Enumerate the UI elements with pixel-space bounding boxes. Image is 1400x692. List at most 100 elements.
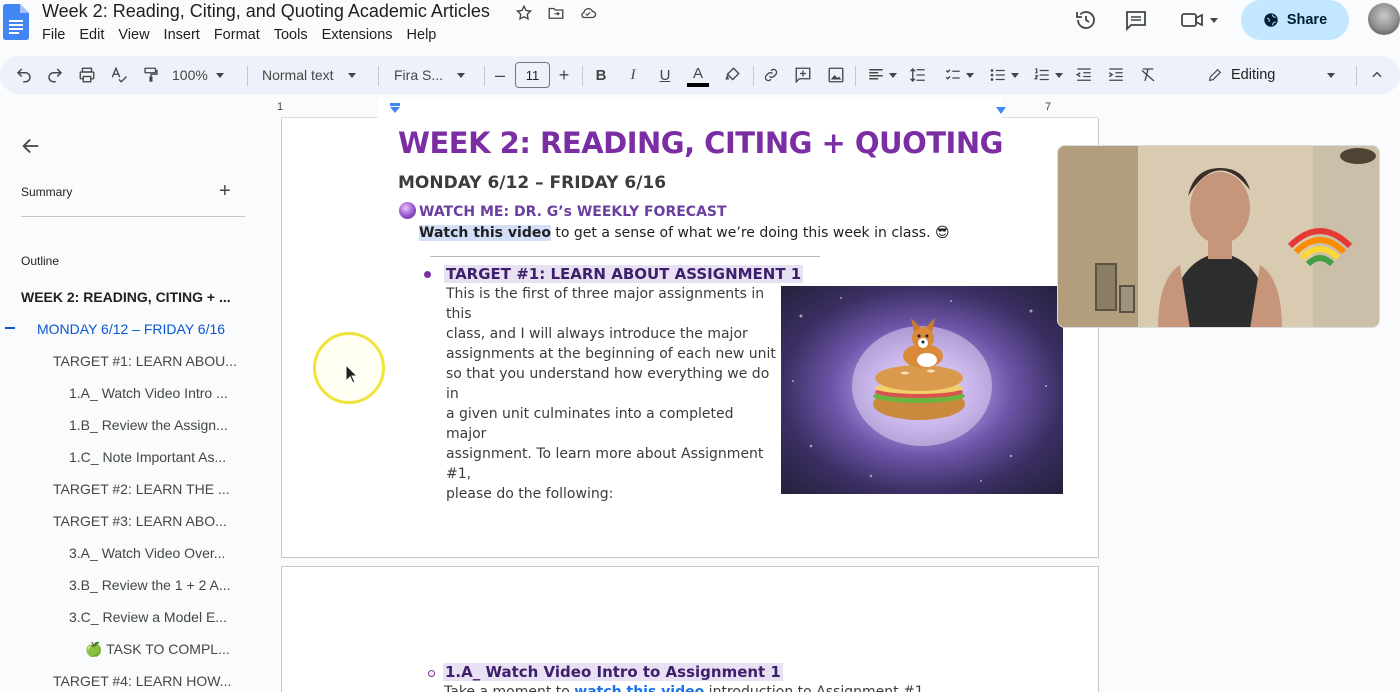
outline-item[interactable]: TARGET #2: LEARN THE ... bbox=[53, 481, 230, 497]
paragraph-style-value: Normal text bbox=[262, 67, 334, 83]
target-1-heading: TARGET #1: LEARN ABOUT ASSIGNMENT 1 bbox=[444, 265, 804, 283]
editing-mode-value: Editing bbox=[1231, 67, 1276, 83]
version-history-icon[interactable] bbox=[1074, 8, 1098, 32]
ruler[interactable]: 1 1 2 3 4 5 6 7 bbox=[0, 98, 1400, 118]
watch-this-video-link[interactable]: watch this video bbox=[574, 684, 704, 692]
paragraph-style-select[interactable]: Normal text bbox=[262, 56, 366, 94]
checklist-icon[interactable] bbox=[940, 56, 978, 94]
redo-icon[interactable] bbox=[43, 56, 67, 94]
menu-file[interactable]: File bbox=[42, 27, 72, 43]
outline-item[interactable]: 🍏 TASK TO COMPL... bbox=[85, 641, 230, 658]
share-button[interactable]: Share bbox=[1241, 0, 1349, 40]
sub-text-suffix: introduction to Assignment #1 bbox=[704, 684, 924, 692]
align-icon[interactable] bbox=[864, 56, 900, 94]
text-color-icon[interactable]: A bbox=[686, 56, 710, 94]
undo-icon[interactable] bbox=[12, 56, 36, 94]
meet-video-icon[interactable] bbox=[1178, 8, 1220, 32]
summary-label: Summary bbox=[21, 185, 73, 199]
document-outline-panel: Summary + Outline WEEK 2: READING, CITIN… bbox=[0, 118, 262, 692]
paragraph-line: class, and I will always introduce the m… bbox=[446, 326, 748, 342]
chevron-down-icon bbox=[1011, 72, 1019, 78]
menu-format[interactable]: Format bbox=[207, 27, 267, 43]
outline-item[interactable]: 1.B_ Review the Assign... bbox=[69, 417, 228, 433]
toolbar-divider bbox=[582, 66, 583, 86]
outline-item[interactable]: WEEK 2: READING, CITING + ... bbox=[21, 289, 231, 305]
toolbar-divider bbox=[484, 66, 485, 86]
mouse-pointer-icon bbox=[345, 364, 359, 384]
italic-icon[interactable]: I bbox=[622, 56, 644, 94]
clear-formatting-icon[interactable] bbox=[1137, 56, 1159, 94]
add-summary-icon[interactable]: + bbox=[219, 180, 231, 203]
add-comment-icon[interactable] bbox=[792, 56, 814, 94]
star-icon[interactable] bbox=[514, 3, 534, 23]
avatar[interactable] bbox=[1368, 3, 1400, 35]
zoom-value: 100% bbox=[172, 67, 208, 83]
menu-edit[interactable]: Edit bbox=[72, 27, 111, 43]
left-indent-marker[interactable] bbox=[389, 103, 401, 115]
menu-extensions[interactable]: Extensions bbox=[315, 27, 400, 43]
menu-tools[interactable]: Tools bbox=[267, 27, 315, 43]
insert-image-icon[interactable] bbox=[825, 56, 847, 94]
bold-icon[interactable]: B bbox=[590, 56, 612, 94]
document-page[interactable]: WEEK 2: READING, CITING + QUOTING MONDAY… bbox=[281, 118, 1099, 558]
paragraph-line: assignment. To learn more about Assignme… bbox=[446, 446, 764, 482]
print-icon[interactable] bbox=[75, 56, 99, 94]
bulleted-list-icon[interactable] bbox=[985, 56, 1023, 94]
outline-item-active[interactable]: MONDAY 6/12 – FRIDAY 6/16 bbox=[37, 321, 225, 337]
menu-insert[interactable]: Insert bbox=[157, 27, 207, 43]
collapse-menus-icon[interactable] bbox=[1366, 56, 1388, 94]
font-size-input[interactable]: 11 bbox=[515, 62, 550, 88]
outline-item[interactable]: 3.A_ Watch Video Over... bbox=[69, 545, 225, 561]
docs-logo-icon[interactable] bbox=[3, 4, 29, 40]
line-spacing-icon[interactable] bbox=[907, 56, 929, 94]
menu-view[interactable]: View bbox=[111, 27, 156, 43]
chevron-down-icon bbox=[1055, 72, 1063, 78]
watch-video-link[interactable]: Watch this video bbox=[419, 225, 551, 241]
corgi-sandwich-image[interactable] bbox=[781, 286, 1063, 494]
increase-indent-icon[interactable] bbox=[1105, 56, 1127, 94]
document-heading: WEEK 2: READING, CITING + QUOTING bbox=[398, 126, 1003, 160]
ruler-number: 1 bbox=[277, 101, 284, 113]
right-indent-marker[interactable] bbox=[995, 106, 1007, 116]
spellcheck-icon[interactable] bbox=[107, 56, 131, 94]
outline-item[interactable]: TARGET #1: LEARN ABOU... bbox=[53, 353, 237, 369]
menu-bar: File Edit View Insert Format Tools Exten… bbox=[42, 27, 443, 43]
decrease-font-size-icon[interactable]: – bbox=[491, 56, 509, 94]
ruler-number: 7 bbox=[1045, 101, 1052, 113]
zoom-select[interactable]: 100% bbox=[172, 56, 238, 94]
outline-item[interactable]: 3.C_ Review a Model E... bbox=[69, 609, 227, 625]
outline-item[interactable]: 1.A_ Watch Video Intro ... bbox=[69, 385, 228, 401]
toolbar-divider bbox=[753, 66, 754, 86]
outline-item[interactable]: 3.B_ Review the 1 + 2 A... bbox=[69, 577, 231, 593]
webcam-video-overlay[interactable] bbox=[1057, 145, 1380, 328]
document-title[interactable]: Week 2: Reading, Citing, and Quoting Aca… bbox=[42, 1, 490, 22]
font-select[interactable]: Fira S... bbox=[394, 56, 474, 94]
toolbar-divider bbox=[1356, 66, 1357, 86]
outline-item[interactable]: TARGET #3: LEARN ABO... bbox=[53, 513, 227, 529]
outline-item[interactable]: TARGET #4: LEARN HOW... bbox=[53, 673, 231, 689]
move-folder-icon[interactable] bbox=[546, 3, 566, 23]
editing-mode-select[interactable]: Editing bbox=[1207, 56, 1339, 94]
menu-help[interactable]: Help bbox=[400, 27, 444, 43]
numbered-list-icon[interactable] bbox=[1029, 56, 1067, 94]
decrease-indent-icon[interactable] bbox=[1073, 56, 1095, 94]
back-arrow-icon[interactable] bbox=[20, 135, 42, 157]
title-bar: Week 2: Reading, Citing, and Quoting Aca… bbox=[0, 0, 1400, 56]
comments-icon[interactable] bbox=[1124, 8, 1148, 32]
sub-text-prefix: Take a moment to bbox=[444, 684, 575, 692]
cloud-saved-icon[interactable] bbox=[578, 3, 598, 23]
paint-format-icon[interactable] bbox=[139, 56, 163, 94]
crystal-ball-icon bbox=[399, 202, 416, 219]
paragraph-line: please do the following: bbox=[446, 486, 614, 502]
chevron-down-icon bbox=[347, 72, 356, 78]
toolbar-divider bbox=[378, 66, 379, 86]
toolbar: 100% Normal text Fira S... – 11 + B I U … bbox=[0, 56, 1400, 94]
paragraph-line: a given unit culminates into a completed… bbox=[446, 406, 734, 442]
outline-item[interactable]: 1.C_ Note Important As... bbox=[69, 449, 226, 465]
underline-icon[interactable]: U bbox=[654, 56, 676, 94]
insert-link-icon[interactable] bbox=[760, 56, 782, 94]
chevron-down-icon bbox=[889, 72, 897, 78]
increase-font-size-icon[interactable]: + bbox=[555, 56, 573, 94]
highlight-color-icon[interactable] bbox=[721, 56, 743, 94]
watch-line-text: to get a sense of what we’re doing this … bbox=[550, 225, 950, 241]
